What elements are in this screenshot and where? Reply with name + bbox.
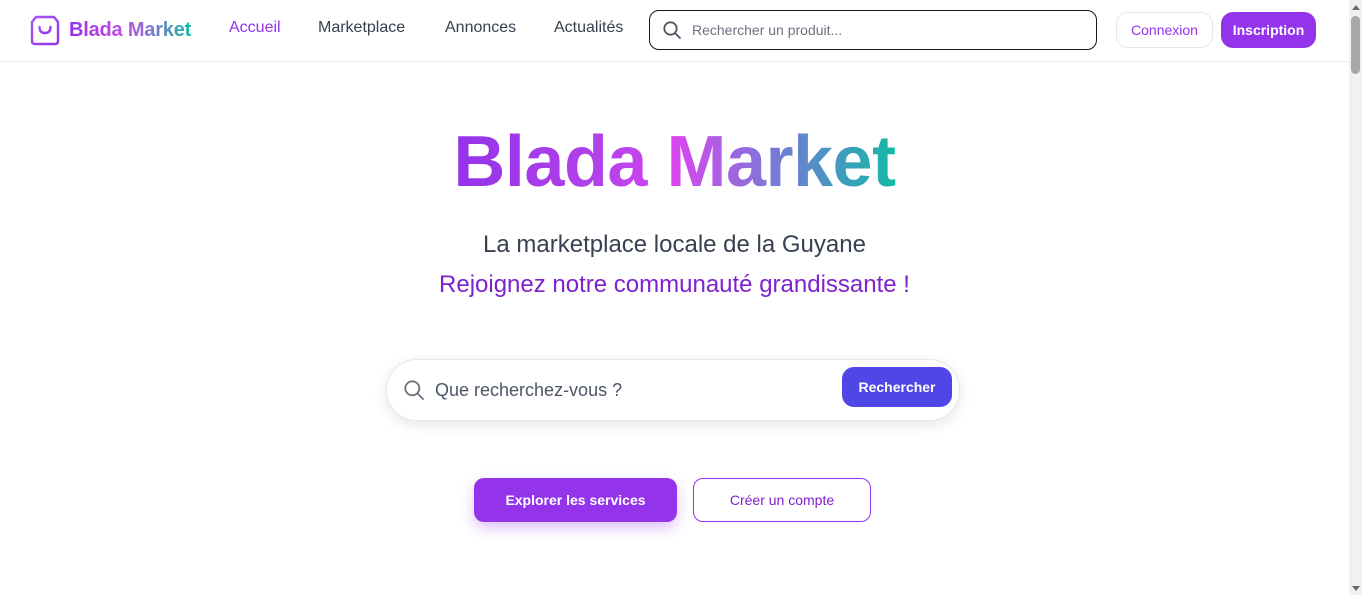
search-icon (663, 21, 681, 39)
hero-title: Blada Market (0, 120, 1349, 204)
signup-button[interactable]: Inscription (1221, 12, 1316, 48)
nav-link-news[interactable]: Actualités (554, 19, 623, 37)
hero-title-text: Blada Market (453, 122, 896, 202)
scroll-thumb[interactable] (1351, 16, 1360, 74)
explore-services-button[interactable]: Explorer les services (474, 478, 677, 522)
top-header: Blada Market Accueil Marketplace Annonce… (0, 0, 1349, 62)
hero-tagline: Rejoignez notre communauté grandissante … (439, 271, 910, 298)
header-search-input[interactable] (692, 22, 1072, 38)
scroll-down-arrow-icon[interactable] (1352, 586, 1360, 591)
nav-link-marketplace[interactable]: Marketplace (318, 19, 405, 37)
scroll-up-arrow-icon[interactable] (1352, 5, 1360, 10)
shopping-bag-icon (30, 15, 60, 46)
hero-search-input[interactable] (435, 379, 825, 401)
create-account-button[interactable]: Créer un compte (693, 478, 871, 522)
hero-search-button[interactable]: Rechercher (842, 367, 952, 407)
search-icon (404, 380, 424, 400)
page-scrollbar[interactable] (1349, 0, 1362, 595)
login-button[interactable]: Connexion (1116, 12, 1213, 48)
brand-name: Blada Market (69, 18, 192, 41)
nav-link-home[interactable]: Accueil (229, 19, 281, 37)
nav-link-listings[interactable]: Annonces (445, 19, 516, 37)
page: Blada Market Accueil Marketplace Annonce… (0, 0, 1362, 595)
hero-search-box: Rechercher (386, 359, 960, 421)
hero-subtitle: La marketplace locale de la Guyane (483, 231, 866, 258)
brand-logo[interactable]: Blada Market (30, 13, 191, 47)
header-search-box (649, 10, 1097, 50)
